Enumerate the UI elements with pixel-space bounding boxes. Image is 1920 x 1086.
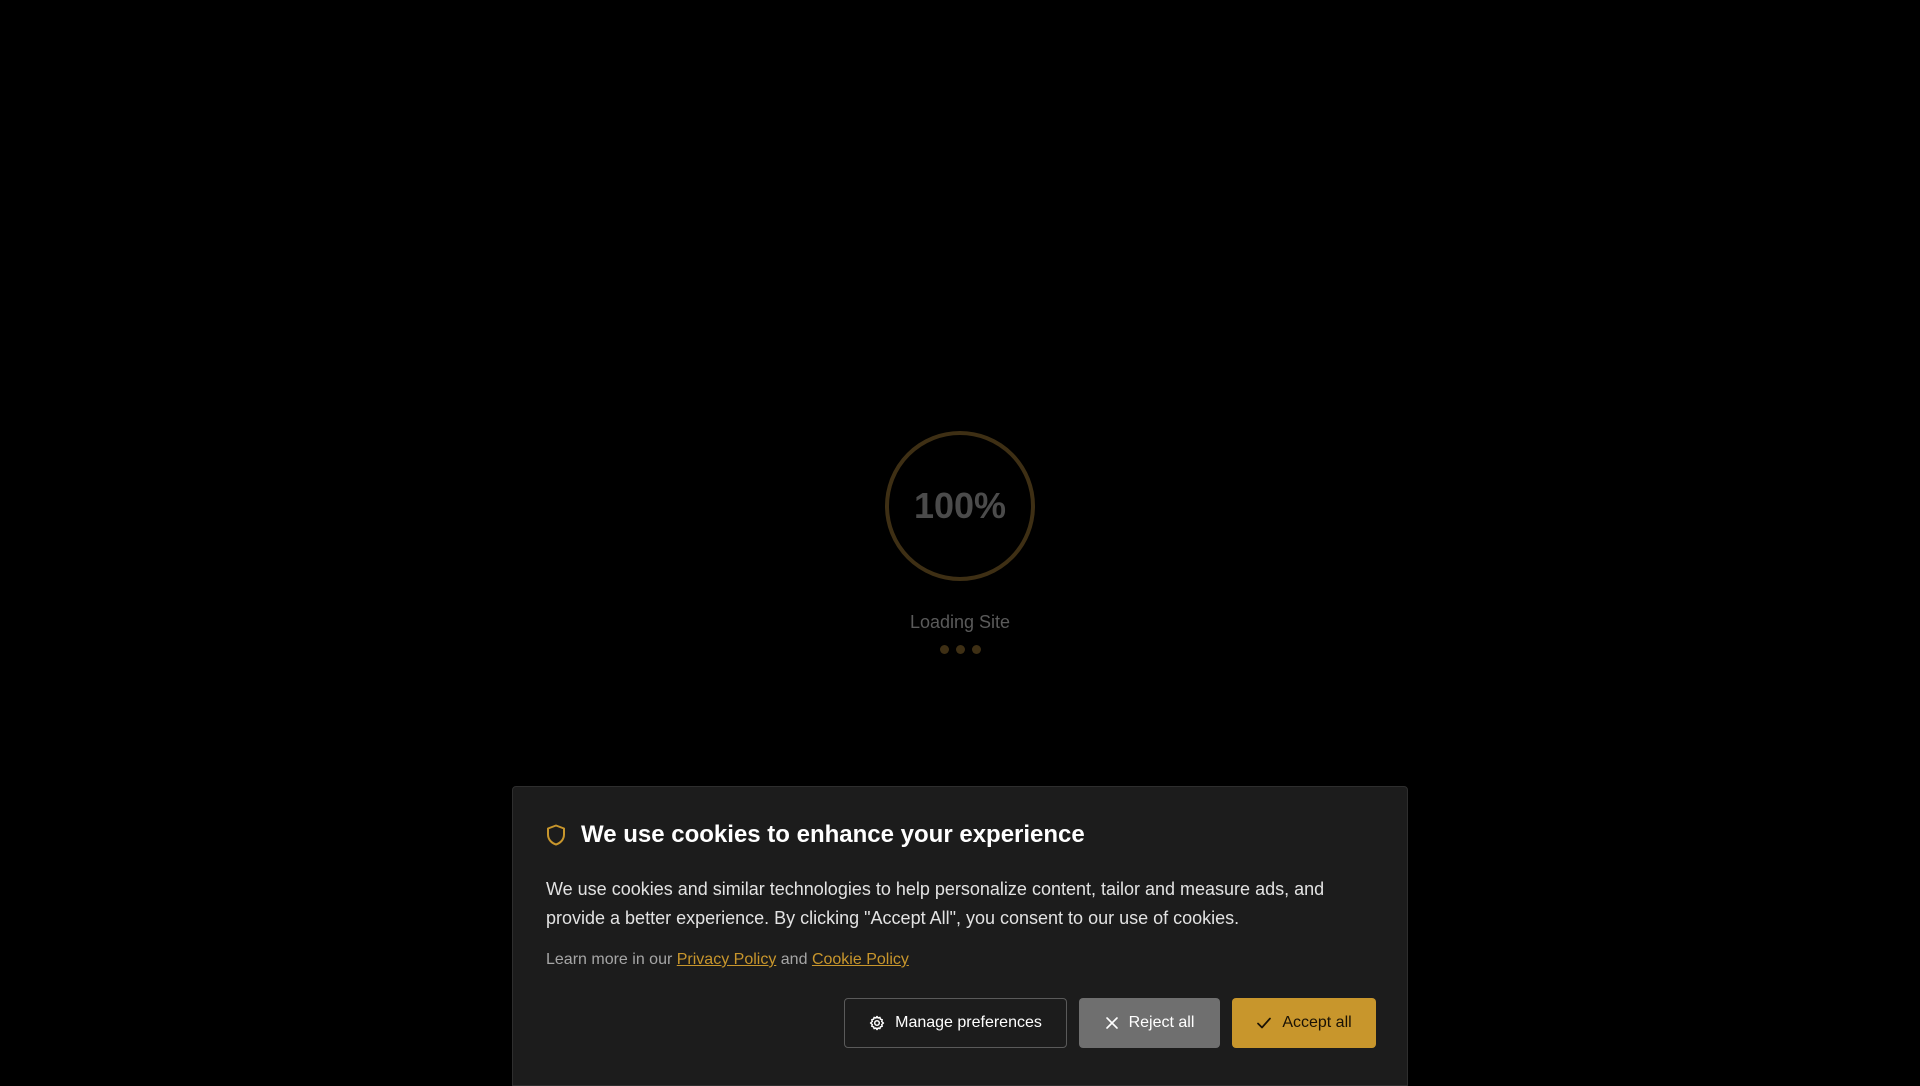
check-icon (1257, 1017, 1272, 1029)
loading-dot (955, 645, 965, 654)
accept-all-label: Accept all (1282, 1014, 1352, 1031)
loading-dots (930, 645, 990, 655)
reject-all-button[interactable]: Reject all (1079, 998, 1220, 1048)
shield-icon (546, 823, 568, 847)
close-icon (1105, 1017, 1118, 1029)
cookie-policy-link[interactable]: Cookie Policy (812, 951, 909, 968)
cookie-description: We use cookies and similar technologies … (546, 879, 1325, 928)
learn-more-line: Learn more in our Privacy Policy and Coo… (546, 951, 909, 969)
gear-icon (869, 1015, 885, 1031)
manage-preferences-button[interactable]: Manage preferences (844, 998, 1067, 1048)
reject-all-label: Reject all (1128, 1014, 1195, 1031)
and-text: and (780, 951, 808, 968)
progress-percentage: 100% (913, 485, 1007, 526)
cookie-header: We use cookies to enhance your experienc… (546, 820, 1085, 850)
loading-dot (939, 645, 949, 654)
learn-more-prefix: Learn more in our (546, 951, 673, 968)
accept-all-button[interactable]: Accept all (1232, 998, 1376, 1048)
cookie-title: We use cookies to enhance your experienc… (581, 821, 1085, 848)
manage-preferences-label: Manage preferences (895, 1014, 1042, 1031)
loading-label: Loading Site (909, 612, 1011, 632)
cookie-consent-banner: We use cookies to enhance your experienc… (512, 786, 1408, 1086)
privacy-policy-link[interactable]: Privacy Policy (677, 951, 777, 968)
loading-dot (971, 645, 981, 654)
